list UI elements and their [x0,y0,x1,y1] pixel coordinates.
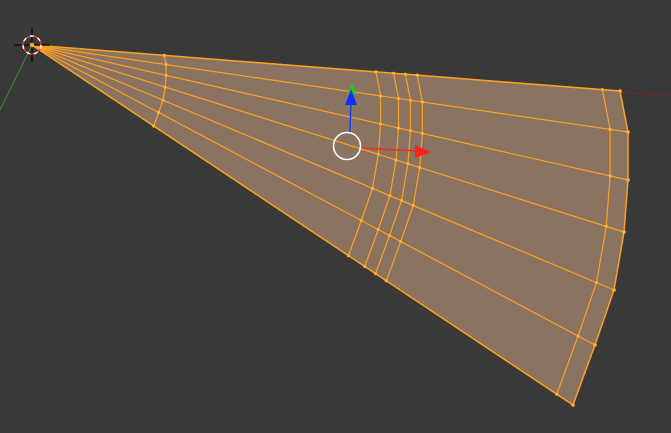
mesh-vertex [420,100,424,104]
mesh-vertex [157,110,161,115]
mesh-vertex [594,281,599,285]
mesh-vertex [571,403,575,407]
mesh-vertex [399,239,403,244]
mesh-vertex [406,162,410,166]
mesh-vertex [415,73,419,77]
3d-cursor-center [29,42,35,48]
mesh-vertex [399,198,404,203]
fan-mesh[interactable] [29,44,630,407]
3d-cursor-icon[interactable] [14,28,50,62]
viewport-canvas[interactable] [0,0,671,433]
mesh-vertex [373,272,378,276]
mesh-vertex [593,343,597,347]
mesh-vertex [626,130,630,134]
mesh-vertex [376,227,380,232]
mesh-vertex [359,218,363,223]
mesh-vertex [612,288,616,292]
world-y-axis-line [0,44,33,111]
mesh-vertex [408,129,413,133]
mesh-vertex [576,334,580,338]
mesh-vertex [370,186,375,190]
mesh-vertex [396,96,401,101]
mesh-vertex [384,279,388,283]
mesh-vertex [379,122,383,126]
mesh-vertex [376,152,380,156]
mesh-vertex [608,174,612,178]
mesh-vertex [363,264,367,268]
mesh-vertex [411,203,415,208]
mesh-vertex [420,131,424,136]
mesh-vertex [388,194,392,198]
mesh-vertex [387,233,392,238]
mesh-vertex [408,98,413,102]
mesh-vertex [604,224,608,228]
mesh-vertex [162,53,166,57]
mesh-vertex [379,94,383,98]
mesh-vertex [394,158,398,162]
mesh-vertex [396,126,401,130]
mesh-vertex [622,230,626,234]
mesh-vertex [403,72,407,76]
mesh-vertex [418,165,422,170]
mesh-vertex [346,254,351,258]
mesh-vertex [626,178,630,182]
mesh-vertex [555,392,559,396]
mesh-face[interactable] [29,44,629,407]
3d-viewport[interactable] [0,0,671,433]
mesh-vertex [608,127,612,131]
mesh-vertex [618,89,622,93]
mesh-vertex [163,85,167,89]
mesh-vertex [392,71,396,75]
mesh-vertex [161,98,165,102]
mesh-vertex [164,73,168,77]
mesh-vertex [374,70,378,74]
mesh-vertex [164,62,168,67]
mesh-vertex [152,124,156,128]
mesh-vertex [600,88,604,92]
